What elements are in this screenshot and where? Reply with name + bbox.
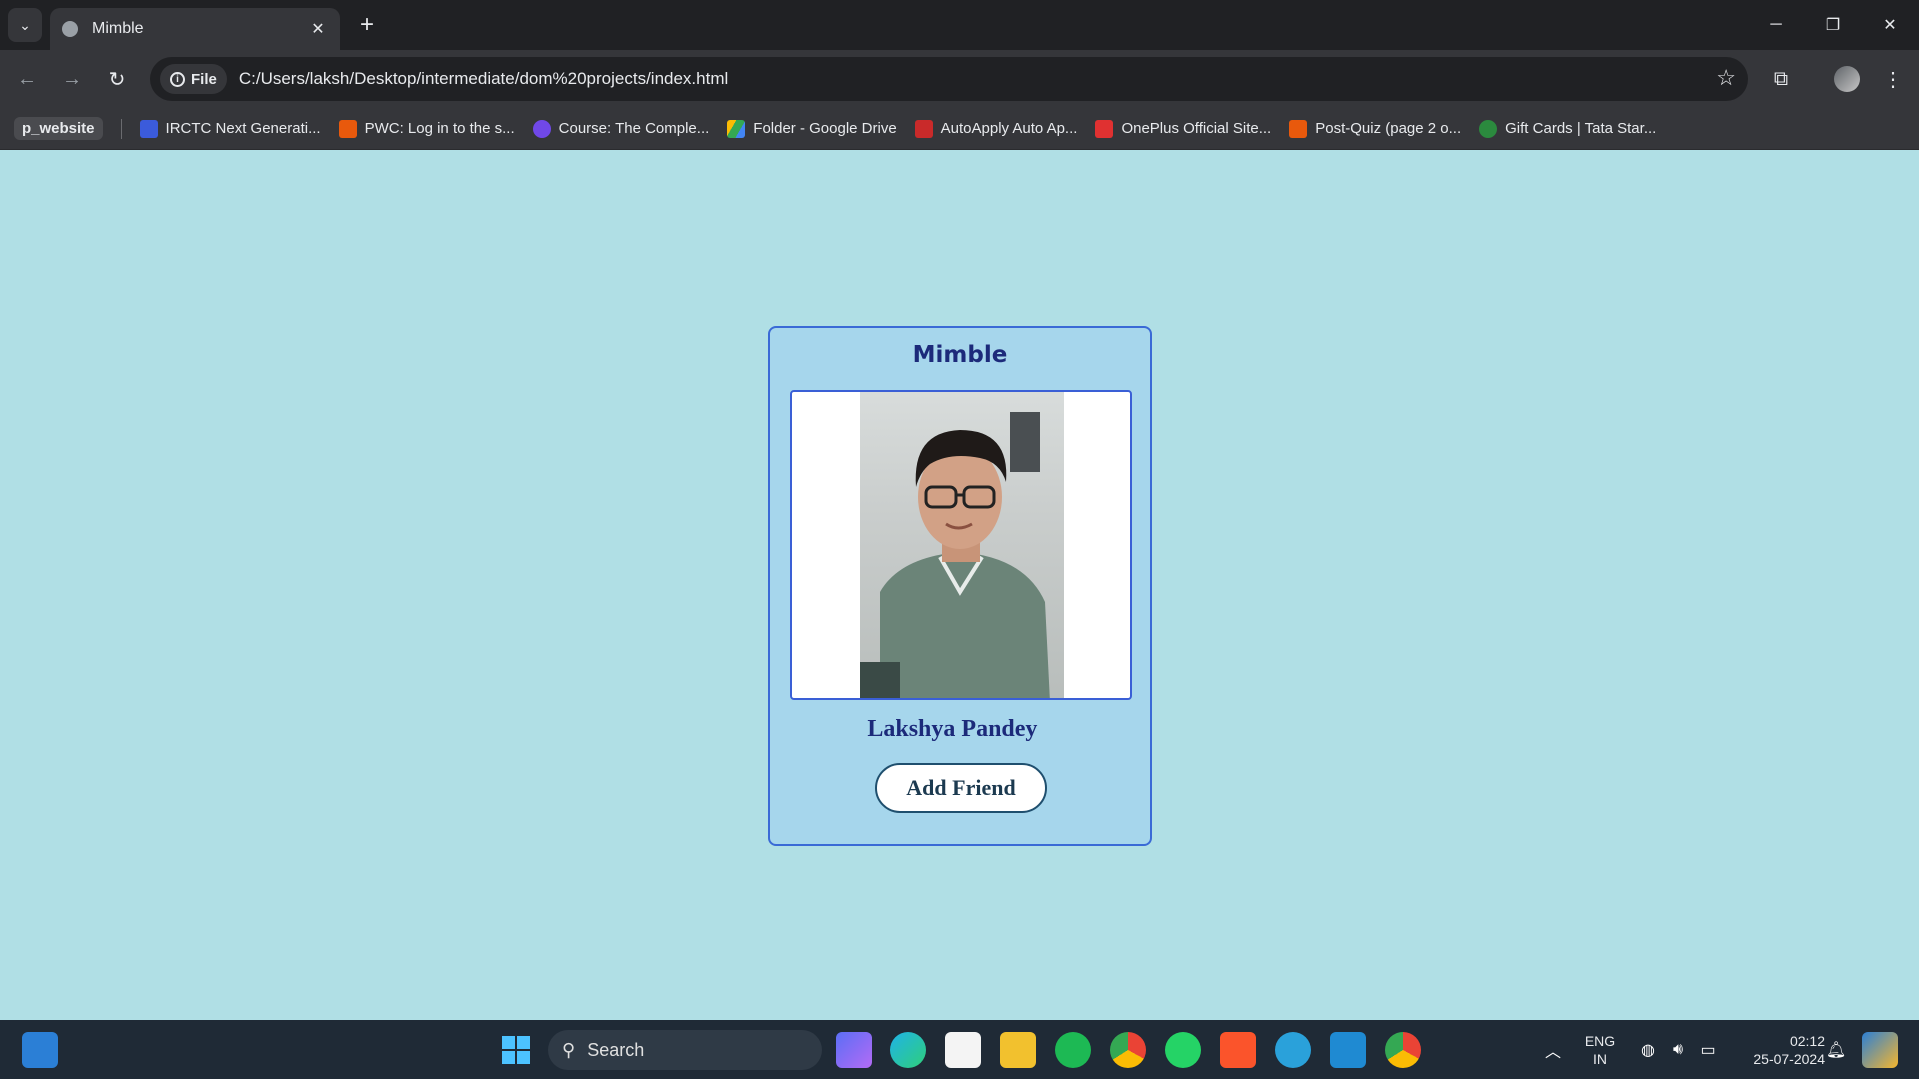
taskbar-search[interactable]: ⚲ Search <box>548 1030 822 1070</box>
tab-title: Mimble <box>92 20 144 37</box>
bookmark-google-drive[interactable]: Folder - Google Drive <box>727 119 897 138</box>
new-tab-button[interactable]: + <box>352 10 382 40</box>
language-indicator[interactable]: ENG IN <box>1580 1032 1620 1068</box>
tab-search-chevron-icon[interactable]: ⌄ <box>8 8 42 42</box>
notifications-icon[interactable]: 🔔︎ <box>1818 1032 1854 1068</box>
clock[interactable]: 02:12 25-07-2024 <box>1735 1032 1825 1068</box>
bookmark-label: AutoApply Auto Ap... <box>940 120 1078 137</box>
globe-icon <box>62 21 78 37</box>
widgets-icon[interactable] <box>22 1032 58 1068</box>
lang-top: ENG <box>1584 1033 1616 1049</box>
windows-taskbar: ⚲ Search ︿ ENG IN ◍ 🔊︎ ▭ 02:12 25-07-202… <box>0 1020 1919 1079</box>
bookmark-oneplus[interactable]: OnePlus Official Site... <box>1095 119 1272 138</box>
telegram-icon[interactable] <box>1275 1032 1311 1068</box>
whatsapp-icon[interactable] <box>1165 1032 1201 1068</box>
brave-icon[interactable] <box>1220 1032 1256 1068</box>
file-explorer-icon[interactable] <box>1000 1032 1036 1068</box>
browser-toolbar: ← → ↻ i File C:/Users/laksh/Desktop/inte… <box>0 50 1919 108</box>
clock-date: 25-07-2024 <box>1753 1051 1825 1067</box>
site-info-chip[interactable]: i File <box>160 64 227 94</box>
clock-time: 02:12 <box>1789 1033 1825 1049</box>
vscode-icon[interactable] <box>1330 1032 1366 1068</box>
close-window-icon[interactable]: ✕ <box>1862 0 1918 50</box>
bookmark-label: Course: The Comple... <box>558 120 710 137</box>
bookmark-label: IRCTC Next Generati... <box>165 120 321 137</box>
bookmark-post-quiz[interactable]: Post-Quiz (page 2 o... <box>1289 119 1462 138</box>
copilot-icon[interactable] <box>836 1032 872 1068</box>
spotify-icon[interactable] <box>1055 1032 1091 1068</box>
copilot-tray-icon[interactable] <box>1862 1032 1898 1068</box>
profile-card: Mimble Lakshya Pandey Add Friend <box>768 326 1152 846</box>
store-icon[interactable] <box>945 1032 981 1068</box>
search-icon: ⚲ <box>562 1039 576 1060</box>
menu-kebab-icon[interactable]: ⋮ <box>1876 62 1910 96</box>
add-friend-button[interactable]: Add Friend <box>875 763 1047 813</box>
windows-start-icon[interactable] <box>498 1032 534 1068</box>
restore-icon[interactable]: ❐ <box>1805 0 1861 50</box>
taskbar-search-label: Search <box>587 1039 645 1060</box>
oneplus-favicon-icon <box>1095 119 1114 138</box>
bookmark-label: Gift Cards | Tata Star... <box>1505 120 1657 137</box>
udemy-favicon-icon <box>532 119 551 138</box>
chevron-up-icon[interactable]: ︿ <box>1535 1032 1571 1068</box>
battery-icon[interactable]: ▭ <box>1690 1032 1726 1068</box>
bookmark-label: Folder - Google Drive <box>753 120 897 137</box>
edge-icon[interactable] <box>890 1032 926 1068</box>
page-viewport: Mimble Lakshya Pandey Add Friend <box>0 150 1919 1020</box>
forward-icon[interactable]: → <box>55 62 89 96</box>
bookmark-autoapply[interactable]: AutoApply Auto Ap... <box>914 119 1078 138</box>
url-text[interactable]: C:/Users/laksh/Desktop/intermediate/dom%… <box>239 69 728 89</box>
profile-photo <box>860 392 1064 698</box>
back-icon[interactable]: ← <box>10 62 44 96</box>
bookmark-p-website[interactable]: p_website <box>14 117 103 140</box>
bookmark-gift-cards[interactable]: Gift Cards | Tata Star... <box>1479 119 1657 138</box>
file-chip-label: File <box>191 70 217 88</box>
info-icon: i <box>170 71 185 87</box>
close-tab-icon[interactable]: ✕ <box>308 19 328 39</box>
profile-photo-frame <box>790 390 1132 700</box>
card-title: Mimble <box>912 342 1008 368</box>
profile-name: Lakshya Pandey <box>867 716 1038 742</box>
chrome-profile-icon[interactable] <box>1385 1032 1421 1068</box>
quiz-favicon-icon <box>1289 119 1308 138</box>
bookmark-separator <box>120 118 122 139</box>
bookmark-pwc[interactable]: PWC: Log in to the s... <box>338 119 515 138</box>
bookmark-irctc[interactable]: IRCTC Next Generati... <box>139 119 321 138</box>
bookmarks-bar: p_website IRCTC Next Generati... PWC: Lo… <box>0 108 1919 150</box>
irctc-favicon-icon <box>139 119 158 138</box>
address-bar[interactable]: i File C:/Users/laksh/Desktop/intermedia… <box>150 57 1748 101</box>
tab-strip: ⌄ Mimble ✕ + ─ ❐ ✕ <box>0 0 1919 50</box>
google-drive-favicon-icon <box>727 119 746 138</box>
tab-mimble[interactable]: Mimble ✕ <box>50 8 340 50</box>
starbucks-favicon-icon <box>1479 119 1498 138</box>
reload-icon[interactable]: ↻ <box>100 62 134 96</box>
bookmark-star-icon[interactable]: ☆ <box>1716 65 1736 91</box>
extensions-icon[interactable]: ⧉ <box>1764 62 1798 96</box>
chrome-icon[interactable] <box>1110 1032 1146 1068</box>
bookmark-label: PWC: Log in to the s... <box>364 120 515 137</box>
pwc-favicon-icon <box>338 119 357 138</box>
profile-avatar[interactable] <box>1830 62 1864 96</box>
bookmark-label: Post-Quiz (page 2 o... <box>1315 120 1462 137</box>
autoapply-favicon-icon <box>914 119 933 138</box>
lang-bottom: IN <box>1593 1051 1607 1067</box>
minimize-icon[interactable]: ─ <box>1748 0 1804 50</box>
bookmark-course[interactable]: Course: The Comple... <box>532 119 710 138</box>
bookmark-label: OnePlus Official Site... <box>1121 120 1272 137</box>
